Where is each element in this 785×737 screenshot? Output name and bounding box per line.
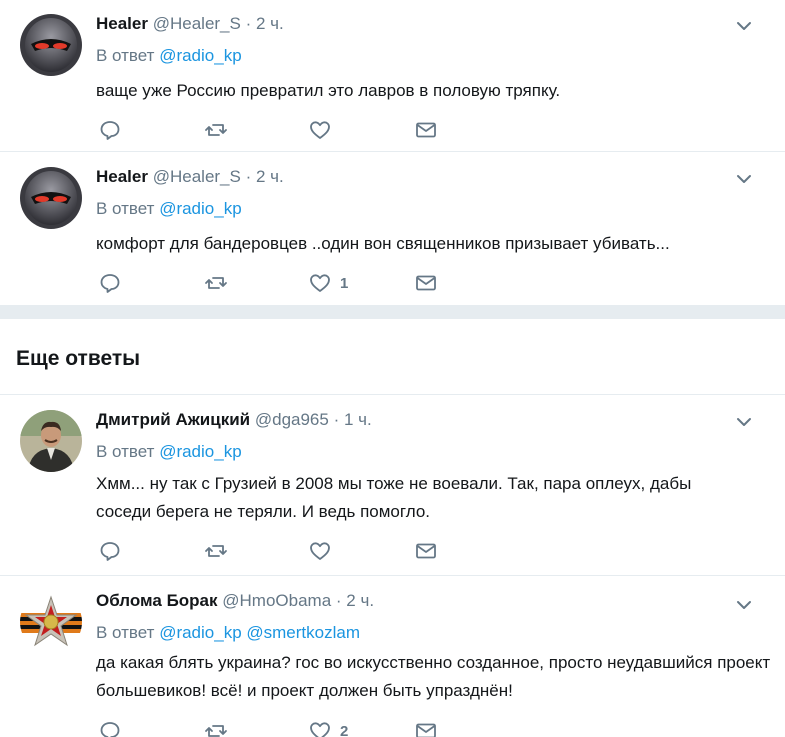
reply-icon [100,274,120,293]
tweet-text: комфорт для бандеровцев ..один вон свяще… [96,234,670,253]
avatar[interactable] [20,591,82,653]
person-photo-avatar-icon [20,410,82,472]
mention-link[interactable]: @radio_kp [159,199,241,218]
timestamp[interactable]: 2 ч. [256,14,284,33]
tweet-text: Хмм... ну так с Грузией в 2008 мы тоже н… [96,474,692,521]
separator-dot: · [333,410,340,429]
direct-message-button[interactable] [414,118,438,142]
avatar[interactable] [20,410,82,472]
retweet-button[interactable] [204,719,228,737]
author-name[interactable]: Healer [96,167,148,186]
separator-dot: · [245,14,252,33]
author-name[interactable]: Дмитрий Ажицкий [96,410,250,429]
retweet-button[interactable] [204,539,228,563]
chevron-down-icon[interactable] [734,16,754,36]
direct-message-button[interactable] [414,719,438,737]
tweet-header: Healer @Healer_S · 2 ч. [96,167,284,187]
reply-context: В ответ @radio_kp [96,442,242,462]
mention-link[interactable]: @radio_kp [159,623,241,642]
reply-icon [100,121,120,140]
like-button[interactable]: 1 [308,271,348,295]
author-handle[interactable]: @Healer_S [153,167,241,186]
mention-link[interactable]: @radio_kp [159,46,241,65]
heart-icon [310,542,330,560]
envelope-icon [416,122,436,138]
tweet-actions: 2 [96,719,496,737]
reply-button[interactable] [98,539,122,563]
retweet-icon [205,277,227,289]
tweet[interactable]: Дмитрий Ажицкий @dga965 · 1 ч. В ответ @… [0,396,785,576]
reply-button[interactable] [98,118,122,142]
tweet-actions: 1 [96,271,496,295]
robot-helmet-avatar-icon [20,167,82,229]
reply-icon [100,542,120,561]
author-name[interactable]: Healer [96,14,148,33]
retweet-icon [205,124,227,136]
section-divider [0,305,785,319]
avatar[interactable] [20,14,82,76]
direct-message-button[interactable] [414,271,438,295]
like-button[interactable]: 2 [308,719,348,737]
timestamp[interactable]: 1 ч. [344,410,372,429]
tweet-actions [96,118,496,142]
reply-context: В ответ @radio_kp [96,46,242,66]
reply-context: В ответ @radio_kp [96,199,242,219]
chevron-down-icon[interactable] [734,412,754,432]
avatar[interactable] [20,167,82,229]
reply-prefix: В ответ [96,623,155,642]
order-star-avatar-icon [20,591,82,653]
heart-icon [310,121,330,139]
tweet-header: Дмитрий Ажицкий @dga965 · 1 ч. [96,410,372,430]
author-name[interactable]: Облома Борак [96,591,218,610]
reply-prefix: В ответ [96,199,155,218]
robot-helmet-avatar-icon [20,14,82,76]
retweet-icon [205,725,227,737]
author-handle[interactable]: @HmoObama [222,591,331,610]
separator-dot: · [335,591,342,610]
reply-prefix: В ответ [96,442,155,461]
reply-prefix: В ответ [96,46,155,65]
tweet-actions [96,539,496,563]
chevron-down-icon[interactable] [734,169,754,189]
more-replies-header: Еще ответы [0,319,785,395]
reply-button[interactable] [98,271,122,295]
reply-button[interactable] [98,719,122,737]
like-button[interactable] [308,539,340,563]
tweet-text: да какая блять украина? гос во искусстве… [96,653,771,700]
envelope-icon [416,723,436,737]
author-handle[interactable]: @Healer_S [153,14,241,33]
tweet-text: ваще уже Россию превратил это лавров в п… [96,81,561,100]
tweet-header: Облома Борак @HmoObama · 2 ч. [96,591,374,611]
author-handle[interactable]: @dga965 [255,410,329,429]
tweet-header: Healer @Healer_S · 2 ч. [96,14,284,34]
reply-icon [100,722,120,737]
timestamp[interactable]: 2 ч. [256,167,284,186]
like-count: 1 [340,274,349,292]
like-count: 2 [340,722,349,737]
direct-message-button[interactable] [414,539,438,563]
envelope-icon [416,543,436,559]
tweet[interactable]: Healer @Healer_S · 2 ч. В ответ @radio_k… [0,153,785,305]
chevron-down-icon[interactable] [734,595,754,615]
tweet[interactable]: Healer @Healer_S · 2 ч. В ответ @radio_k… [0,0,785,152]
retweet-button[interactable] [204,118,228,142]
mention-link[interactable]: @radio_kp [159,442,241,461]
reply-context: В ответ @radio_kp @smertkozlam [96,623,360,643]
retweet-icon [205,545,227,557]
timestamp[interactable]: 2 ч. [346,591,374,610]
like-button[interactable] [308,118,340,142]
section-title: Еще ответы [16,347,141,370]
envelope-icon [416,275,436,291]
heart-icon [310,722,330,737]
mention-link[interactable]: @smertkozlam [246,623,360,642]
heart-icon [310,274,330,292]
tweet[interactable]: Облома Борак @HmoObama · 2 ч. В ответ @r… [0,577,785,737]
separator-dot: · [245,167,252,186]
retweet-button[interactable] [204,271,228,295]
